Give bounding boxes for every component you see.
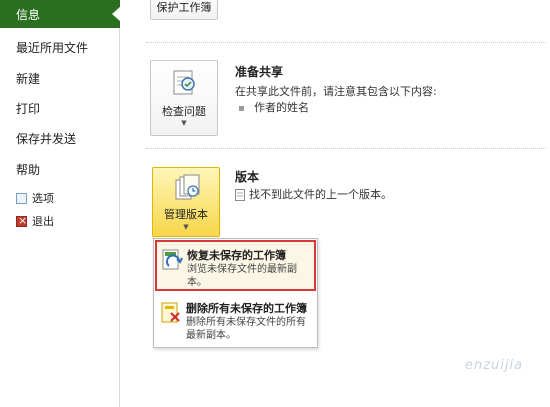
manage-versions-label: 管理版本 xyxy=(164,208,208,221)
sidebar-item-help[interactable]: 帮助 xyxy=(16,161,40,178)
sidebar-item-save-send[interactable]: 保存并发送 xyxy=(16,130,76,147)
recover-title: 恢复未保存的工作簿 xyxy=(187,249,286,262)
manage-versions-button[interactable]: 管理版本 ▼ xyxy=(152,167,220,237)
delete-title: 删除所有未保存的工作簿 xyxy=(186,302,307,315)
versions-text-row: 找不到此文件的上一个版本。 xyxy=(235,186,392,202)
delete-workbook-icon xyxy=(161,302,180,323)
options-icon xyxy=(16,192,27,204)
manage-versions-icon xyxy=(175,174,200,200)
delete-desc: 删除所有未保存文件的所有最新副本。 xyxy=(186,317,306,341)
document-icon xyxy=(235,189,245,201)
recover-desc: 浏览未保存文件的最新副本。 xyxy=(187,264,297,288)
recover-workbook-icon xyxy=(162,249,183,270)
menu-item-delete-unsaved[interactable]: 删除所有未保存的工作簿 删除所有未保存文件的所有最新副本。 xyxy=(156,295,316,345)
versions-title: 版本 xyxy=(235,170,260,184)
chevron-down-icon: ▼ xyxy=(181,119,187,127)
sidebar-item-new[interactable]: 新建 xyxy=(16,70,40,87)
watermark: enzuijia xyxy=(465,358,524,373)
versions-text: 找不到此文件的上一个版本。 xyxy=(249,188,392,201)
protect-workbook-button[interactable]: 保护工作簿 xyxy=(150,0,218,20)
sidebar-item-exit[interactable]: 退出 xyxy=(16,213,54,229)
sidebar-item-options[interactable]: 选项 xyxy=(16,190,54,206)
bullet-icon xyxy=(239,105,244,111)
exit-icon xyxy=(16,214,27,227)
chevron-down-icon: ▼ xyxy=(183,223,189,231)
sidebar-item-recent[interactable]: 最近所用文件 xyxy=(16,39,88,56)
sidebar-item-print[interactable]: 打印 xyxy=(16,100,40,117)
inspect-document-icon xyxy=(173,70,195,95)
prepare-share-bullet: 作者的姓名 xyxy=(239,99,309,115)
sidebar-item-label: 信息 xyxy=(16,8,41,22)
sidebar-item-info[interactable]: 信息 xyxy=(0,0,121,28)
check-issues-label: 检查问题 xyxy=(162,105,206,118)
options-label: 选项 xyxy=(32,192,54,205)
prepare-share-text: 在共享此文件前，请注意其包含以下内容: xyxy=(235,85,437,98)
bullet-text: 作者的姓名 xyxy=(254,101,309,114)
menu-item-recover-unsaved[interactable]: 恢复未保存的工作簿 浏览未保存文件的最新副本。 xyxy=(155,240,316,291)
separator xyxy=(146,148,546,149)
separator xyxy=(146,42,546,43)
prepare-share-title: 准备共享 xyxy=(235,65,284,79)
protect-workbook-label: 保护工作簿 xyxy=(156,1,212,14)
backstage-sidebar: 信息 最近所用文件 新建 打印 保存并发送 帮助 选项 退出 xyxy=(0,0,121,407)
manage-versions-menu: 恢复未保存的工作簿 浏览未保存文件的最新副本。 删除所有未保存的工作簿 删除所有… xyxy=(153,238,318,348)
exit-label: 退出 xyxy=(32,215,54,228)
check-issues-button[interactable]: 检查问题 ▼ xyxy=(150,60,218,136)
